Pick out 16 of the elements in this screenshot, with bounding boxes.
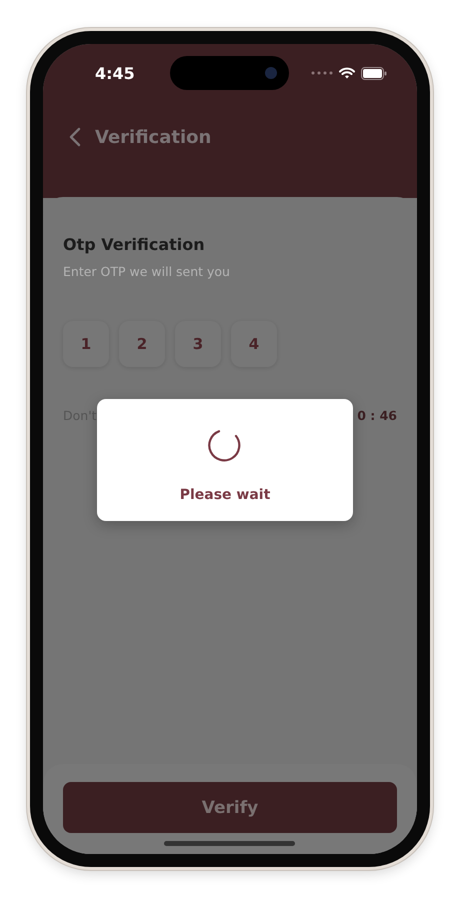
signal-icon [311, 71, 333, 75]
back-icon[interactable] [69, 127, 81, 147]
countdown-timer: 0 : 46 [356, 407, 397, 425]
verify-button[interactable]: Verify [63, 782, 397, 833]
otp-digit-field[interactable]: 1 [63, 321, 109, 367]
status-time: 4:45 [95, 64, 135, 82]
wifi-icon [339, 67, 355, 79]
loading-message: Please wait [180, 487, 270, 503]
otp-digit-field[interactable]: 4 [231, 321, 277, 367]
screen-title: Verification [95, 126, 212, 148]
spinner-icon [207, 427, 243, 463]
otp-digit-field[interactable]: 2 [119, 321, 165, 367]
battery-icon [361, 66, 387, 80]
subtitle: Enter OTP we will sent you [63, 264, 231, 280]
otp-digit-field[interactable]: 3 [175, 321, 221, 367]
section-title: Otp Verification [63, 235, 206, 255]
